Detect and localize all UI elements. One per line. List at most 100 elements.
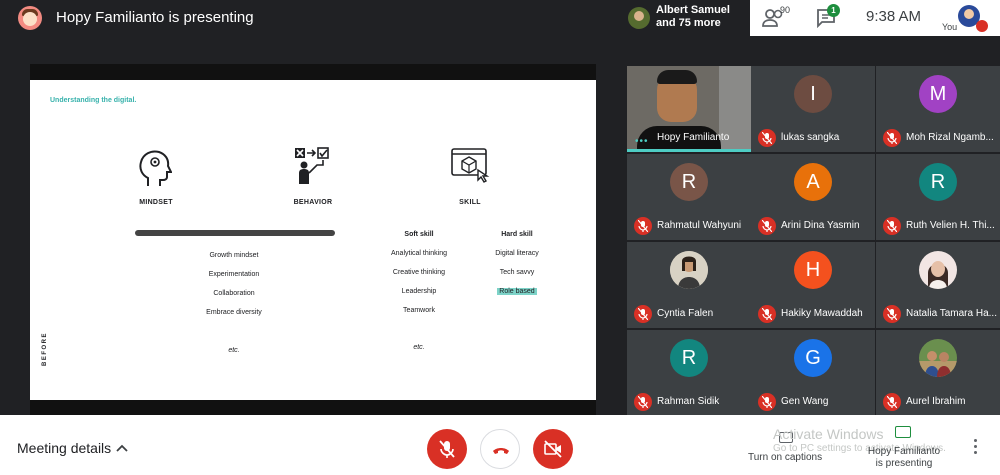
participant-name: Hopy Familianto	[657, 132, 730, 143]
slide-frame-bottom	[30, 400, 596, 416]
col-title-behavior: BEHAVIOR	[293, 199, 333, 206]
participant-tile[interactable]: G Gen Wang	[751, 330, 875, 416]
mic-off-icon	[439, 440, 455, 458]
mindset-etc: etc.	[228, 347, 240, 354]
participant-avatar: H	[794, 251, 832, 289]
more-options-icon[interactable]: •••	[635, 136, 649, 147]
presenting-label[interactable]: Hopy Familianto is presenting	[866, 446, 942, 470]
behavior-change-icon	[295, 147, 329, 184]
participant-tile[interactable]: A Arini Dina Yasmin	[751, 154, 875, 240]
mindset-item: Growth mindset	[209, 252, 259, 259]
mic-off-icon	[758, 305, 776, 323]
participant-name: Cyntia Falen	[657, 308, 714, 319]
pill-line2: and 75 more	[656, 17, 721, 29]
mic-off-icon	[634, 217, 652, 235]
participant-tile[interactable]: R Rahmatul Wahyuni	[627, 154, 751, 240]
participant-name: Aurel Ibrahim	[906, 396, 966, 407]
participant-name: Moh Rizal Ngamb...	[906, 132, 994, 143]
mindset-item: Experimentation	[208, 271, 260, 278]
hard-skill-item-highlighted: Role based	[462, 288, 572, 295]
participant-avatar: M	[919, 75, 957, 113]
col-title-skill: SKILL	[459, 199, 481, 206]
participant-avatar: R	[670, 163, 708, 201]
participant-avatar: A	[794, 163, 832, 201]
participant-photo	[919, 251, 957, 289]
camera-toggle-button[interactable]	[533, 429, 573, 469]
clock: 9:38 AM	[866, 8, 922, 25]
slide-frame-top	[30, 64, 596, 80]
mic-off-icon	[634, 305, 652, 323]
video-hair	[657, 70, 697, 84]
hard-skill-item: Digital literacy	[495, 250, 539, 257]
presenting-line2: is presenting	[875, 458, 933, 469]
participant-name: Natalia Tamara Ha...	[906, 308, 997, 319]
mic-off-icon	[634, 393, 652, 411]
mic-off-icon	[883, 393, 901, 411]
highlight-text: Role based	[497, 288, 537, 295]
people-count: 90	[780, 5, 791, 15]
participant-tile[interactable]: Aurel Ibrahim	[876, 330, 1000, 416]
participant-avatar: G	[794, 339, 832, 377]
presentation-slide: Understanding the digital. MINDSET BEHAV…	[30, 80, 596, 400]
participant-name: lukas sangka	[781, 132, 840, 143]
mic-off-icon	[758, 217, 776, 235]
presenting-line1: Hopy Familianto	[867, 446, 941, 457]
activate-windows-title: Activate Windows	[773, 426, 884, 442]
participant-tile[interactable]: R Rahman Sidik	[627, 330, 751, 416]
participant-avatar: I	[794, 75, 832, 113]
hang-up-icon	[493, 448, 509, 454]
participant-photo	[670, 251, 708, 289]
presenting-title: Hopy Familianto is presenting	[56, 9, 254, 26]
top-right-cluster: Albert Samuel and 75 more 90 1 9:38 AM Y…	[620, 0, 1000, 36]
pill-avatar	[628, 7, 650, 29]
mic-toggle-button[interactable]	[427, 429, 467, 469]
you-mute-icon	[976, 20, 988, 32]
top-bar: Hopy Familianto is presenting Albert Sam…	[0, 0, 1000, 36]
participant-tile[interactable]: Natalia Tamara Ha...	[876, 242, 1000, 328]
skill-screen-icon	[451, 148, 490, 183]
chat-badge: 1	[827, 4, 840, 17]
mindset-bar	[135, 230, 335, 236]
participant-tile[interactable]: H Hakiky Mawaddah	[751, 242, 875, 328]
pill-line1: Albert Samuel	[656, 4, 730, 16]
participant-name: Gen Wang	[781, 396, 829, 407]
participant-name: Hakiky Mawaddah	[781, 308, 863, 319]
pill-text: Albert Samuel and 75 more	[656, 4, 730, 30]
bottom-bar: Meeting details Turn on captions Activat…	[0, 415, 1000, 475]
mindset-item: Collaboration	[213, 290, 255, 297]
soft-skill-item: Analytical thinking	[390, 250, 448, 257]
soft-skill-item: Creative thinking	[392, 269, 446, 276]
present-screen-icon[interactable]	[895, 426, 911, 438]
mic-off-icon	[883, 305, 901, 323]
participant-name: Ruth Velien H. Thi...	[906, 220, 995, 231]
participant-name: Rahman Sidik	[657, 396, 720, 407]
participant-tile-video[interactable]: ••• Hopy Familianto	[627, 66, 751, 152]
mic-off-icon	[883, 217, 901, 235]
skill-etc: etc.	[413, 344, 425, 351]
active-speaker-indicator	[627, 149, 751, 152]
mic-off-icon	[883, 129, 901, 147]
meeting-details-button[interactable]: Meeting details	[17, 440, 111, 456]
slide-heading: Understanding the digital.	[50, 97, 137, 104]
head-gears-icon	[139, 150, 172, 186]
col-title-mindset: MINDSET	[139, 199, 173, 206]
chevron-up-icon[interactable]	[116, 443, 128, 453]
participant-pill[interactable]: Albert Samuel and 75 more	[620, 0, 750, 36]
participant-tile[interactable]: I lukas sangka	[751, 66, 875, 152]
participant-tile[interactable]: Cyntia Falen	[627, 242, 751, 328]
more-options-button[interactable]	[974, 439, 978, 455]
hard-skill-title: Hard skill	[501, 231, 533, 238]
participant-tile[interactable]: R Ruth Velien H. Thi...	[876, 154, 1000, 240]
hard-skill-item: Tech savvy	[499, 269, 535, 276]
mic-off-icon	[758, 393, 776, 411]
participant-avatar: R	[670, 339, 708, 377]
soft-skill-item: Leadership	[401, 288, 437, 295]
soft-skill-title: Soft skill	[404, 231, 434, 238]
mindset-item: Embrace diversity	[206, 309, 262, 316]
before-label: BEFORE	[42, 331, 48, 366]
participant-name: Arini Dina Yasmin	[781, 220, 860, 231]
leave-call-button[interactable]	[480, 429, 520, 469]
participant-avatar: R	[919, 163, 957, 201]
participant-tile[interactable]: M Moh Rizal Ngamb...	[876, 66, 1000, 152]
soft-skill-item: Teamwork	[403, 307, 435, 314]
